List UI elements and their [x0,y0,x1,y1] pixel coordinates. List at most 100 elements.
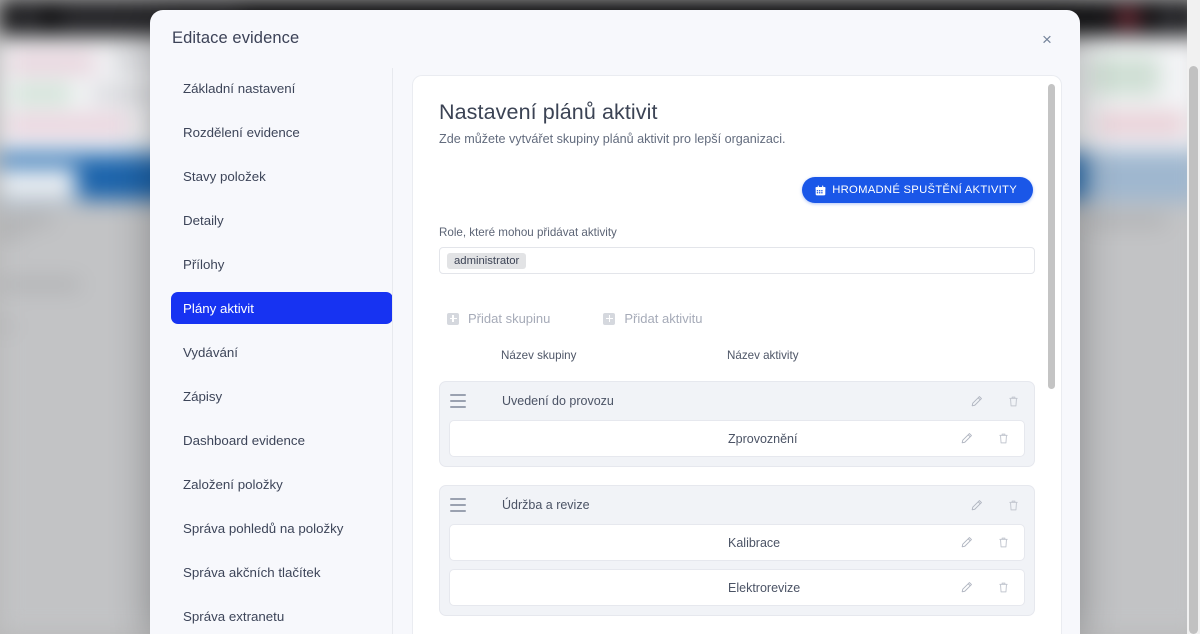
background-text-line [0,216,52,225]
edit-evidence-modal: Editace evidence × Základní nastavení Ro… [150,10,1080,634]
browser-scrollbar[interactable] [1187,0,1200,634]
activity-name: Elektrorevize [728,580,801,595]
background-text-line [1086,216,1166,225]
roles-field-label: Role, které mohou přidávat aktivity [439,226,617,239]
activity-row[interactable]: Elektrorevize [449,569,1025,606]
sidebar-item-zapisy[interactable]: Zápisy [171,380,393,412]
modal-body: Základní nastavení Rozdělení evidence St… [150,68,1080,634]
page-title: Nastavení plánů aktivit [439,100,658,124]
column-header-activity-name: Název aktivity [727,349,799,362]
row-actions [959,535,1011,550]
background-icon [1162,8,1182,28]
table-column-headers: Název skupiny Název aktivity [439,349,1035,367]
background-icon [18,8,38,28]
modal-header: Editace evidence × [150,10,1080,68]
sidebar-item-label: Dashboard evidence [183,432,305,448]
sidebar-item-label: Správa pohledů na položky [183,520,344,536]
activity-group: Uvedení do provozu Zprovoznění [439,381,1035,467]
sidebar-item-sprava-pohledu-na-polozky[interactable]: Správa pohledů na položky [171,512,393,544]
card-inner: Nastavení plánů aktivit Zde můžete vytvá… [413,76,1061,634]
sidebar-item-rozdeleni-evidence[interactable]: Rozdělení evidence [171,116,393,148]
sidebar-item-dashboard-evidence[interactable]: Dashboard evidence [171,424,393,456]
sidebar-item-detaily[interactable]: Detaily [171,204,393,236]
sidebar-item-label: Stavy položek [183,168,266,184]
add-activity-label: Přidat aktivitu [624,311,703,326]
bulk-action-row: HROMADNÉ SPUŠTĚNÍ AKTIVITY [439,177,1035,203]
bulk-start-activity-label: HROMADNÉ SPUŠTĚNÍ AKTIVITY [832,184,1017,196]
sidebar-item-label: Detaily [183,212,224,228]
panel-scrollbar[interactable] [1048,84,1057,634]
background-icon [1118,8,1138,28]
sidebar-item-label: Vydávání [183,344,238,360]
add-group-label: Přidat skupinu [468,311,551,326]
sidebar-item-sprava-extranetu[interactable]: Správa extranetu [171,600,393,632]
sidebar-item-label: Správa extranetu [183,608,285,624]
settings-content: Nastavení plánů aktivit Zde můžete vytvá… [403,68,1080,634]
page-subtitle: Zde můžete vytvářet skupiny plánů aktivi… [439,132,786,146]
role-chip-administrator[interactable]: administrator [447,252,527,269]
background-chip [1086,150,1200,202]
add-activity-button[interactable]: Přidat aktivitu [603,311,702,326]
browser-scrollbar-thumb[interactable] [1189,66,1198,634]
trash-icon[interactable] [996,535,1011,550]
sidebar-item-sprava-akcnich-tlacitek[interactable]: Správa akčních tlačítek [171,556,393,588]
background-chip [10,52,96,74]
activity-row[interactable]: Zprovoznění [449,420,1025,457]
plus-icon [603,312,616,325]
pencil-icon[interactable] [969,394,984,409]
row-actions [959,580,1011,595]
drag-handle-icon[interactable] [450,498,466,512]
calendar-icon [815,185,826,196]
modal-title: Editace evidence [172,29,300,47]
sidebar-item-label: Zápisy [183,388,223,404]
sidebar-item-stavy-polozek[interactable]: Stavy položek [171,160,393,192]
add-group-button[interactable]: Přidat skupinu [447,311,550,326]
sidebar-item-zalozeni-polozky[interactable]: Založení položky [171,468,393,500]
pencil-icon[interactable] [959,580,974,595]
sidebar-item-label: Založení položky [183,476,283,492]
activity-plans-card: Nastavení plánů aktivit Zde můžete vytvá… [412,75,1062,634]
pencil-icon[interactable] [969,498,984,513]
sidebar-item-label: Plány aktivit [183,300,254,316]
drag-handle-icon[interactable] [450,394,466,408]
background-chip [1090,56,1160,96]
add-actions-row: Přidat skupinu Přidat aktivitu [439,311,1035,326]
pencil-icon[interactable] [959,535,974,550]
trash-icon[interactable] [1006,394,1021,409]
background-text-line [0,230,22,239]
sidebar-item-plany-aktivit[interactable]: Plány aktivit [171,292,393,324]
activity-group: Údržba a revize Kalibrace Elektrorevize [439,485,1035,616]
sidebar-item-prilohy[interactable]: Přílohy [171,248,393,280]
activity-groups-list: Uvedení do provozu Zprovoznění Údržba a … [439,381,1035,616]
settings-sidebar: Základní nastavení Rozdělení evidence St… [150,68,403,634]
panel-scrollbar-thumb[interactable] [1048,84,1055,389]
sidebar-item-label: Přílohy [183,256,225,272]
group-header-row[interactable]: Uvedení do provozu [440,382,1034,420]
roles-input[interactable]: administrator [439,247,1035,274]
background-chip [8,114,128,136]
trash-icon[interactable] [996,580,1011,595]
column-header-group-name: Název skupiny [501,349,577,362]
group-name: Uvedení do provozu [502,394,614,408]
sidebar-item-label: Rozdělení evidence [183,124,300,140]
background-chip [12,84,72,104]
row-actions [959,431,1011,446]
group-header-row[interactable]: Údržba a revize [440,486,1034,524]
row-actions [969,394,1021,409]
sidebar-item-vydavani[interactable]: Vydávání [171,336,393,368]
sidebar-item-label: Základní nastavení [183,80,296,96]
trash-icon[interactable] [1006,498,1021,513]
background-text-line [0,322,12,331]
group-name: Údržba a revize [502,498,590,512]
sidebar-item-zakladni-nastaveni[interactable]: Základní nastavení [171,72,393,104]
background-text-line [0,280,80,289]
close-icon[interactable]: × [1036,28,1058,50]
sidebar-item-label: Správa akčních tlačítek [183,564,321,580]
trash-icon[interactable] [996,431,1011,446]
background-chip [1096,112,1186,136]
activity-row[interactable]: Kalibrace [449,524,1025,561]
bulk-start-activity-button[interactable]: HROMADNÉ SPUŠTĚNÍ AKTIVITY [802,177,1033,203]
activity-name: Kalibrace [728,535,781,550]
activity-name: Zprovoznění [728,431,798,446]
pencil-icon[interactable] [959,431,974,446]
